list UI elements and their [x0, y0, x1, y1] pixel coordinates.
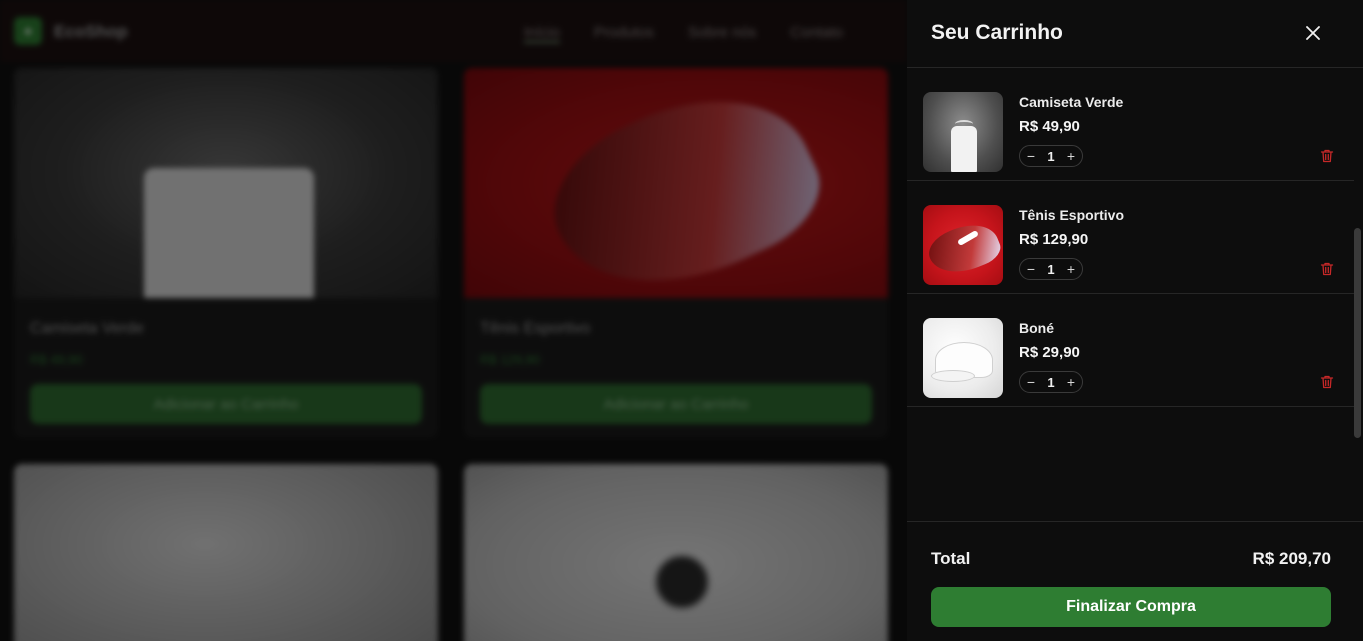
- item-thumbnail: [923, 318, 1003, 398]
- cart-title: Seu Carrinho: [931, 21, 1063, 44]
- item-price: R$ 49,90: [1019, 118, 1080, 135]
- trash-icon[interactable]: [1319, 261, 1335, 277]
- minus-icon[interactable]: −: [1025, 262, 1037, 276]
- item-name: Boné: [1019, 320, 1054, 336]
- cart-item: Boné R$ 29,90 − 1 +: [907, 294, 1354, 407]
- item-price: R$ 29,90: [1019, 344, 1080, 361]
- quantity-value: 1: [1047, 148, 1055, 164]
- item-name: Tênis Esportivo: [1019, 207, 1125, 223]
- item-name: Camiseta Verde: [1019, 94, 1124, 110]
- quantity-value: 1: [1047, 261, 1055, 277]
- modal-overlay[interactable]: [0, 0, 907, 641]
- item-thumbnail: [923, 205, 1003, 285]
- cart-items-list: Camiseta Verde R$ 49,90 − 1 + Tênis Espo…: [907, 68, 1354, 407]
- cart-drawer: Seu Carrinho Camiseta Verde R$ 49,90 − 1…: [907, 0, 1363, 641]
- minus-icon[interactable]: −: [1025, 375, 1037, 389]
- item-thumbnail: [923, 92, 1003, 172]
- close-icon: [1306, 26, 1320, 40]
- quantity-stepper: − 1 +: [1019, 258, 1083, 280]
- plus-icon[interactable]: +: [1065, 375, 1077, 389]
- minus-icon[interactable]: −: [1025, 149, 1037, 163]
- trash-icon[interactable]: [1319, 148, 1335, 164]
- plus-icon[interactable]: +: [1065, 262, 1077, 276]
- close-button[interactable]: [1300, 20, 1326, 46]
- plus-icon[interactable]: +: [1065, 149, 1077, 163]
- cart-item: Tênis Esportivo R$ 129,90 − 1 +: [907, 181, 1354, 294]
- quantity-stepper: − 1 +: [1019, 371, 1083, 393]
- checkout-button[interactable]: Finalizar Compra: [931, 587, 1331, 627]
- total-value: R$ 209,70: [1252, 549, 1331, 568]
- scrollbar[interactable]: [1354, 228, 1361, 438]
- cart-item: Camiseta Verde R$ 49,90 − 1 +: [907, 68, 1354, 181]
- cart-footer: Total R$ 209,70 Finalizar Compra: [907, 521, 1363, 641]
- storefront-background: ♣ EcoShop Início Produtos Sobre nós Cont…: [0, 0, 907, 641]
- trash-icon[interactable]: [1319, 374, 1335, 390]
- quantity-value: 1: [1047, 374, 1055, 390]
- cart-header: Seu Carrinho: [907, 0, 1363, 68]
- item-price: R$ 129,90: [1019, 231, 1089, 248]
- total-label: Total: [931, 549, 971, 568]
- quantity-stepper: − 1 +: [1019, 145, 1083, 167]
